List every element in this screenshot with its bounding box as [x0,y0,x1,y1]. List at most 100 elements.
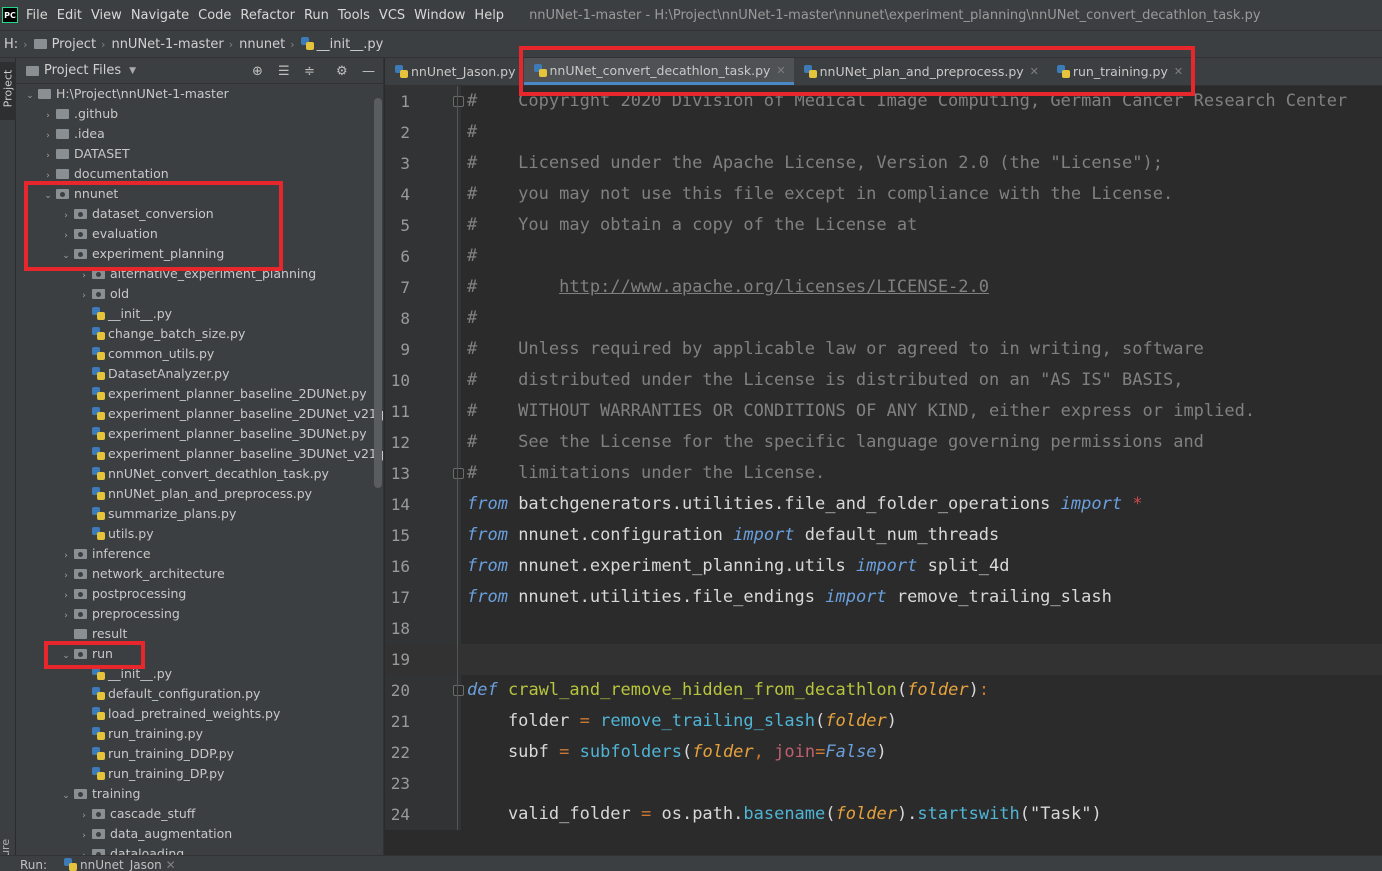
tree-item[interactable]: ⌄ training [16,784,376,804]
tree-item[interactable]: ⌄ run [16,644,376,664]
gear-icon[interactable]: ⚙ [336,64,348,79]
menu-tools[interactable]: Tools [338,8,370,23]
tree-item[interactable]: › old [16,284,376,304]
chevron-right-icon[interactable]: › [58,566,74,586]
fold-marker-icon[interactable] [453,468,464,479]
tree-item[interactable]: result [16,624,376,644]
chevron-right-icon[interactable]: › [40,166,56,186]
breadcrumb-item[interactable]: nnUNet-1-master [111,37,223,52]
fold-marker-icon[interactable] [453,685,464,696]
menu-view[interactable]: View [91,8,122,23]
chevron-right-icon[interactable]: › [76,806,92,826]
tree-item[interactable]: experiment_planner_baseline_3DUNet.py [16,424,376,444]
menu-file[interactable]: File [26,8,48,23]
chevron-down-icon[interactable]: ⌄ [58,786,74,806]
tree-item[interactable]: experiment_planner_baseline_2DUNet.py [16,384,376,404]
chevron-right-icon[interactable]: › [76,826,92,846]
tree-item[interactable]: › alternative_experiment_planning [16,264,376,284]
breadcrumb-item[interactable]: nnunet [239,37,285,52]
menu-help[interactable]: Help [474,8,504,23]
menu-run[interactable]: Run [304,8,329,23]
tree-item[interactable]: summarize_plans.py [16,504,376,524]
tree-item[interactable]: › cascade_stuff [16,804,376,824]
tree-item[interactable]: › dataloading [16,844,376,855]
close-icon[interactable]: ✕ [1030,65,1039,78]
tree-item[interactable]: run_training_DDP.py [16,744,376,764]
tree-item[interactable]: nnUNet_plan_and_preprocess.py [16,484,376,504]
expand-all-icon[interactable]: ☰ [278,64,290,79]
project-view-selector[interactable]: Project Files [44,63,121,78]
fold-marker-icon[interactable] [453,96,464,107]
tree-item[interactable]: nnUNet_convert_decathlon_task.py [16,464,376,484]
menu-edit[interactable]: Edit [57,8,82,23]
chevron-right-icon[interactable]: › [58,206,74,226]
chevron-right-icon[interactable]: › [76,846,92,855]
tree-item-label: dataloading [110,846,185,855]
close-icon[interactable]: ✕ [1174,65,1183,78]
editor-tab[interactable]: run_training.py ✕ [1047,58,1191,85]
collapse-all-icon[interactable]: ≑ [304,64,315,79]
chevron-right-icon[interactable]: › [58,546,74,566]
tree-item[interactable]: › preprocessing [16,604,376,624]
close-icon[interactable]: ✕ [776,64,785,77]
chevron-right-icon[interactable]: › [40,146,56,166]
chevron-down-icon[interactable]: ▼ [129,66,136,76]
tree-item[interactable]: ⌄ experiment_planning [16,244,376,264]
chevron-down-icon[interactable]: ⌄ [22,86,38,106]
locate-icon[interactable]: ⊕ [252,64,263,79]
tree-item[interactable]: run_training.py [16,724,376,744]
menu-vcs[interactable]: VCS [379,8,405,23]
tree-item[interactable]: › documentation [16,164,376,184]
tree-item-label: experiment_planner_baseline_3DUNet_v21.p… [108,446,384,461]
tree-item[interactable]: experiment_planner_baseline_3DUNet_v21.p… [16,444,383,464]
breadcrumb-item[interactable]: Project [33,37,96,52]
tree-item[interactable]: › .github [16,104,376,124]
tree-item[interactable]: › network_architecture [16,564,376,584]
editor-tab[interactable]: nnUnet_Jason.py [385,58,524,85]
tree-item[interactable]: › evaluation [16,224,376,244]
breadcrumb-item[interactable]: __init__.py [300,36,383,52]
tree-item[interactable]: change_batch_size.py [16,324,376,344]
line-number: 19 [390,650,410,669]
chevron-down-icon[interactable]: ⌄ [58,246,74,266]
tree-item[interactable]: › inference [16,544,376,564]
tree-item[interactable]: › data_augmentation [16,824,376,844]
tree-item[interactable]: ⌄ H:\Project\nnUNet-1-master [16,84,376,104]
code-editor[interactable]: 1 # Copyright 2020 Division of Medical Im… [385,86,1382,830]
tree-item[interactable]: __init__.py [16,664,376,684]
run-tab[interactable]: nnUnet_Jason ✕ [64,858,176,871]
menu-refactor[interactable]: Refactor [240,8,295,23]
project-tool-button[interactable]: Project [0,62,16,120]
tree-scrollbar[interactable] [374,98,382,488]
tree-item[interactable]: › .idea [16,124,376,144]
chevron-down-icon[interactable]: ⌄ [58,646,74,666]
tree-item[interactable]: __init__.py [16,304,376,324]
tree-item[interactable]: › dataset_conversion [16,204,376,224]
tree-item[interactable]: utils.py [16,524,376,544]
editor-tab[interactable]: nnUNet_plan_and_preprocess.py ✕ [794,58,1047,85]
tree-item[interactable]: common_utils.py [16,344,376,364]
tree-item[interactable]: default_configuration.py [16,684,376,704]
menu-navigate[interactable]: Navigate [131,8,189,23]
tree-item[interactable]: load_pretrained_weights.py [16,704,376,724]
menu-code[interactable]: Code [198,8,231,23]
tree-item[interactable]: › postprocessing [16,584,376,604]
chevron-right-icon[interactable]: › [40,126,56,146]
chevron-right-icon[interactable]: › [58,586,74,606]
chevron-down-icon[interactable]: ⌄ [40,186,56,206]
chevron-right-icon[interactable]: › [58,606,74,626]
tree-item[interactable]: experiment_planner_baseline_2DUNet_v21.p… [16,404,383,424]
chevron-right-icon[interactable]: › [76,286,92,306]
chevron-right-icon[interactable]: › [40,106,56,126]
tree-item[interactable]: DatasetAnalyzer.py [16,364,376,384]
tree-item[interactable]: ⌄ nnunet [16,184,376,204]
menu-window[interactable]: Window [414,8,465,23]
chevron-right-icon[interactable]: › [58,226,74,246]
breadcrumb-item[interactable]: H: [4,37,18,52]
chevron-right-icon[interactable]: › [76,266,92,286]
editor-tab[interactable]: nnUNet_convert_decathlon_task.py ✕ [523,58,794,85]
tree-item[interactable]: run_training_DP.py [16,764,376,784]
minimize-icon[interactable]: — [362,64,375,79]
close-icon[interactable]: ✕ [166,858,176,871]
tree-item[interactable]: › DATASET [16,144,376,164]
